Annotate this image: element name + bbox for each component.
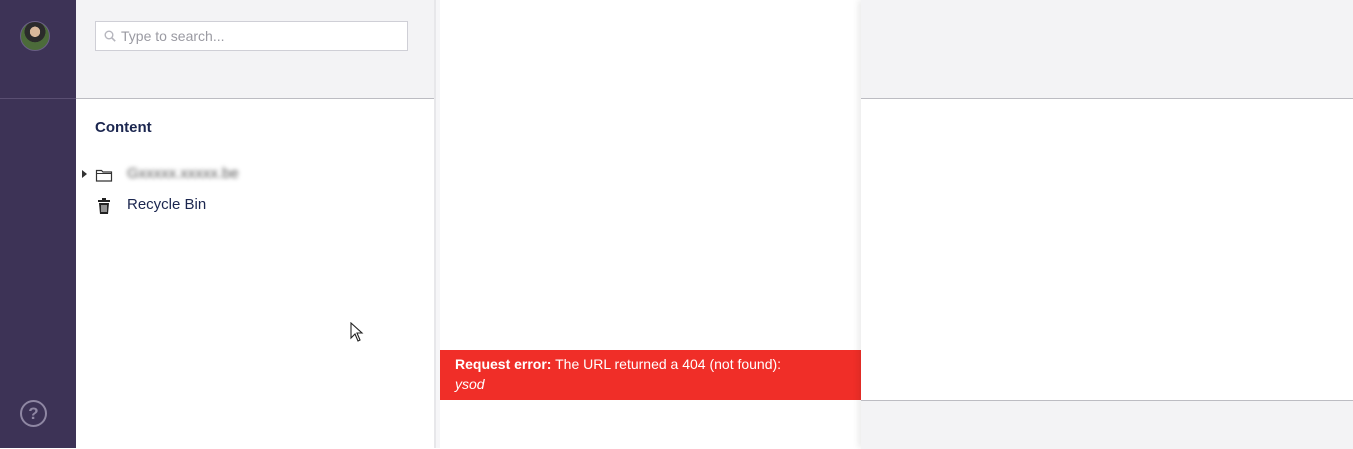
rail-divider (0, 98, 76, 99)
search-input[interactable] (121, 22, 401, 50)
search-box[interactable] (95, 21, 408, 51)
search-icon (104, 30, 116, 42)
section-title-content: Content (95, 119, 152, 136)
user-avatar[interactable] (20, 21, 50, 51)
content-tree-panel: Content Gxxxxx.xxxxx.be Recycle Bin (76, 0, 434, 448)
app-sidebar-rail: ? (0, 0, 76, 448)
search-header (76, 0, 434, 99)
trash-icon (98, 198, 110, 214)
expand-caret-icon[interactable] (82, 170, 87, 178)
right-pane-header (861, 0, 1353, 99)
help-icon[interactable]: ? (20, 400, 47, 427)
tree-item-recycle-bin[interactable]: Recycle Bin (76, 193, 416, 219)
error-label: Request error: (455, 356, 552, 372)
right-dialog-pane (861, 0, 1353, 449)
mouse-cursor-icon (350, 322, 364, 342)
right-pane-footer (861, 400, 1353, 449)
tree-item-site-root[interactable]: Gxxxxx.xxxxx.be (76, 162, 416, 188)
error-detail: ysod (455, 376, 485, 392)
tree-item-label: Gxxxxx.xxxxx.be (127, 165, 239, 182)
error-text: The URL returned a 404 (not found): (551, 356, 782, 372)
folder-icon (95, 169, 113, 182)
error-notification[interactable]: Request error: The URL returned a 404 (n… (440, 350, 862, 400)
tree-item-label: Recycle Bin (127, 196, 207, 213)
error-message: Request error: The URL returned a 404 (n… (455, 356, 781, 372)
